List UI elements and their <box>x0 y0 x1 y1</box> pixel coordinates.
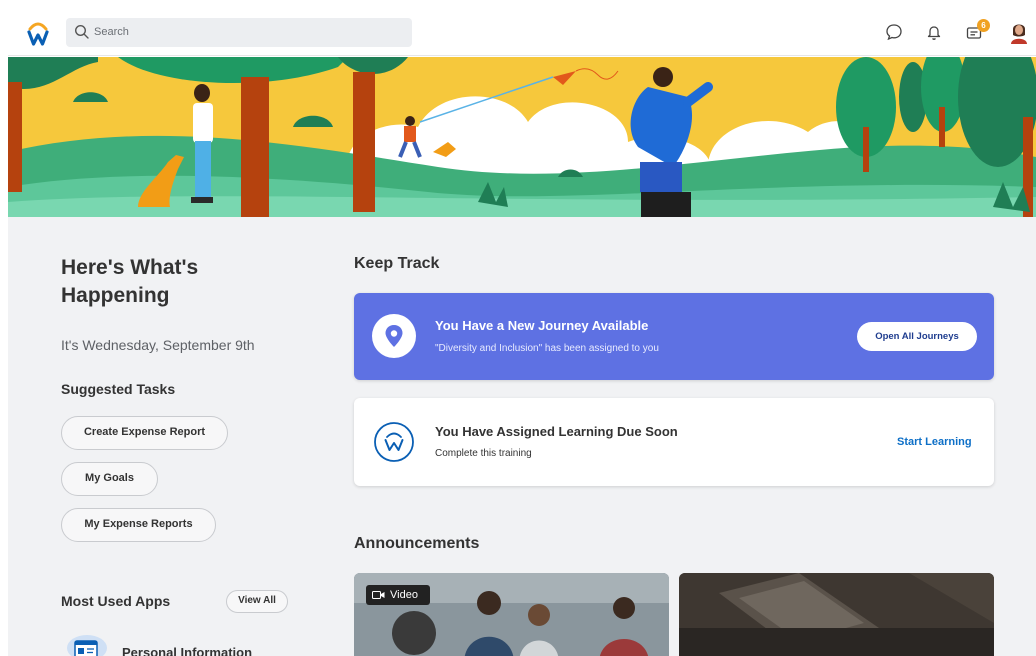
view-all-button[interactable]: View All <box>226 590 288 613</box>
search-placeholder: Search <box>94 26 129 38</box>
hero-banner-illustration <box>8 57 1036 217</box>
start-learning-link[interactable]: Start Learning <box>897 436 972 448</box>
keep-track-title: Keep Track <box>354 255 440 272</box>
open-all-journeys-button[interactable]: Open All Journeys <box>857 322 977 351</box>
bell-icon[interactable] <box>924 22 944 42</box>
suggested-tasks-title: Suggested Tasks <box>61 381 176 397</box>
learning-subtitle: Complete this training <box>435 448 532 459</box>
journey-card: You Have a New Journey Available "Divers… <box>354 293 994 380</box>
personal-information-app-label[interactable]: Personal Information <box>122 645 252 656</box>
video-camera-icon <box>372 591 385 599</box>
task-create-expense-report-button[interactable]: Create Expense Report <box>61 416 228 450</box>
chat-icon[interactable] <box>884 22 904 42</box>
search-icon <box>74 24 89 39</box>
notification-badge: 6 <box>977 19 990 32</box>
workday-learning-icon <box>374 422 414 462</box>
top-bar: Search 6 <box>8 8 1036 56</box>
task-my-goals-button[interactable]: My Goals <box>61 462 158 496</box>
search-input[interactable]: Search <box>66 18 412 47</box>
learning-title: You Have Assigned Learning Due Soon <box>435 424 678 439</box>
announcement-card[interactable] <box>679 573 994 656</box>
most-used-apps-title: Most Used Apps <box>61 593 171 609</box>
announcements-title: Announcements <box>354 535 480 552</box>
video-tag-label: Video <box>390 589 418 601</box>
avatar[interactable] <box>1008 20 1030 44</box>
announcement-thumbnail <box>679 573 994 656</box>
location-pin-icon <box>372 314 416 358</box>
personal-information-app-icon[interactable] <box>67 635 107 656</box>
learning-card: You Have Assigned Learning Due Soon Comp… <box>354 398 994 486</box>
task-my-expense-reports-button[interactable]: My Expense Reports <box>61 508 216 542</box>
workday-logo-icon[interactable] <box>26 19 50 47</box>
announcement-card-video[interactable]: Video <box>354 573 669 656</box>
video-tag: Video <box>366 585 430 605</box>
current-date: It's Wednesday, September 9th <box>61 337 255 353</box>
page-headline: Here's What's Happening <box>61 256 199 307</box>
journey-subtitle: "Diversity and Inclusion" has been assig… <box>435 343 659 354</box>
journey-title: You Have a New Journey Available <box>435 318 649 333</box>
main-content: Here's What's Happening It's Wednesday, … <box>8 217 1036 656</box>
